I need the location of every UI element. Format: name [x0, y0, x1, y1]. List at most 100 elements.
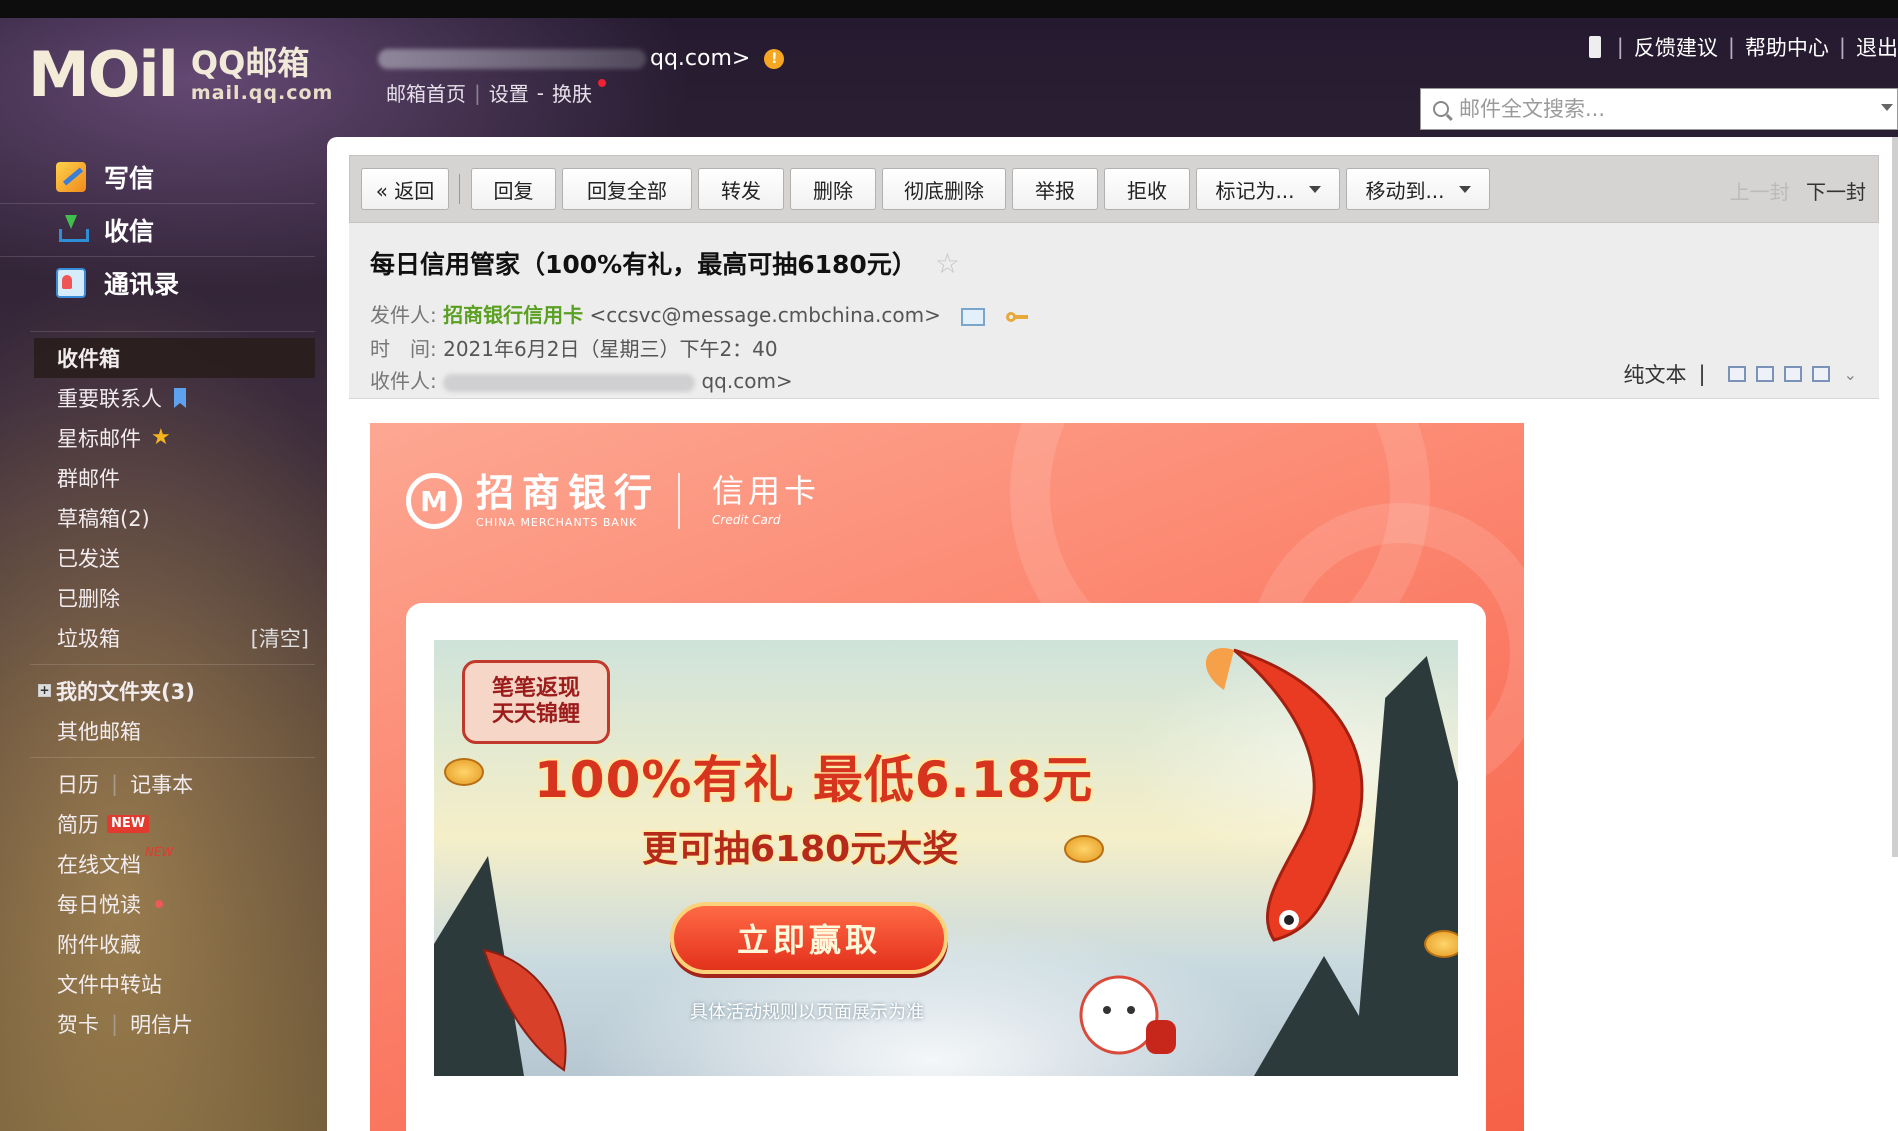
greeting-cards-link[interactable]: 贺卡 — [57, 1009, 99, 1039]
expand-plus-icon[interactable]: + — [38, 684, 51, 697]
folder-other-mailbox[interactable]: 其他邮箱 — [34, 711, 315, 751]
inline-separator: | — [111, 1012, 119, 1036]
folder-my-folders[interactable]: + 我的文件夹(3) — [34, 671, 315, 711]
report-button[interactable]: 举报 — [1012, 168, 1098, 210]
help-center-link[interactable]: 帮助中心 — [1745, 32, 1829, 62]
notification-dot-icon — [155, 900, 163, 908]
check-mail-button[interactable]: 收信 — [0, 203, 315, 256]
postcards-link[interactable]: 明信片 — [130, 1009, 193, 1039]
mailbox-home-link[interactable]: 邮箱首页 — [386, 78, 466, 107]
win-now-button[interactable]: 立即赢取 — [670, 902, 948, 974]
transfer-label: 文件中转站 — [57, 973, 162, 997]
empty-spam-link[interactable]: [清空] — [251, 623, 309, 653]
to-label: 收件人: — [370, 369, 437, 393]
next-mail-link[interactable]: 下一封 — [1806, 180, 1866, 204]
write-icon — [56, 161, 86, 192]
plain-text-link[interactable]: 纯文本 — [1624, 359, 1687, 389]
page-scrollbar[interactable] — [1892, 137, 1898, 857]
new-window-icon[interactable] — [1727, 366, 1746, 382]
qqmail-logo[interactable]: MOil QQ邮箱 mail.qq.com — [28, 40, 333, 110]
mail-search-box[interactable] — [1420, 88, 1898, 130]
cmb-logo: M 招商银行 CHINA MERCHANTS BANK 信用卡 Credit C… — [406, 473, 820, 529]
move-to-dropdown[interactable]: 移动到... — [1346, 168, 1490, 210]
chevron-down-icon[interactable]: ⌄ — [1844, 365, 1857, 384]
contacts-button[interactable]: 通讯录 — [0, 256, 315, 309]
app-online-docs[interactable]: 在线文档 NEW — [34, 844, 315, 884]
attachments-label: 附件收藏 — [57, 933, 141, 957]
toplink-separator: | — [1727, 35, 1735, 59]
download-icon[interactable] — [1783, 366, 1802, 382]
folder-sent[interactable]: 已发送 — [34, 538, 315, 578]
folder-deleted[interactable]: 已删除 — [34, 578, 315, 618]
compose-button[interactable]: 写信 — [0, 150, 315, 203]
mark-as-label: 标记为... — [1215, 178, 1295, 203]
folder-inbox[interactable]: 收件箱 — [34, 338, 315, 378]
delete-button[interactable]: 删除 — [790, 168, 876, 210]
warning-icon[interactable]: ! — [764, 48, 785, 69]
mail-toolbar: « 返回 回复 回复全部 转发 删除 彻底删除 举报 拒收 标记为... 移动到… — [349, 155, 1879, 223]
folder-group[interactable]: 群邮件 — [34, 458, 315, 498]
contacts-icon — [56, 268, 86, 298]
sender-name[interactable]: 招商银行信用卡 — [443, 303, 583, 327]
mail-subject: 每日信用管家（100%有礼，最高可抽6180元） ☆ — [370, 245, 960, 281]
card-name: 信用卡 — [712, 472, 821, 510]
feedback-link[interactable]: 反馈建议 — [1634, 32, 1718, 62]
promo-rule-note: 具体活动规则以页面展示为准 — [690, 1002, 924, 1023]
back-button[interactable]: « 返回 — [361, 168, 449, 210]
inline-separator: | — [111, 772, 119, 796]
gold-coin — [444, 758, 484, 786]
delete-permanent-button[interactable]: 彻底删除 — [882, 168, 1006, 210]
mark-as-dropdown[interactable]: 标记为... — [1196, 168, 1340, 210]
key-icon[interactable] — [1005, 311, 1028, 322]
folder-important[interactable]: 重要联系人 — [34, 378, 315, 418]
reply-button[interactable]: 回复 — [471, 168, 556, 210]
folder-label: 我的文件夹(3) — [56, 680, 195, 704]
chevron-down-icon — [1308, 185, 1321, 193]
search-input[interactable] — [1459, 97, 1859, 121]
folder-drafts[interactable]: 草稿箱(2) — [34, 498, 315, 538]
promo-headline: 100%有礼 最低6.18元 — [534, 751, 1094, 809]
docs-label: 在线文档 — [57, 853, 141, 877]
note-icon[interactable] — [1755, 366, 1774, 382]
folder-label: 群邮件 — [57, 467, 120, 491]
app-daily-read[interactable]: 每日悦读 — [34, 884, 315, 924]
mail-reader: « 返回 回复 回复全部 转发 删除 彻底删除 举报 拒收 标记为... 移动到… — [349, 155, 1879, 1131]
app-attachments[interactable]: 附件收藏 — [34, 924, 315, 964]
promo-banner[interactable]: 笔笔返现 天天锦鲤 100%有礼 最低6.18元 更可抽6180元大奖 立即赢取… — [434, 640, 1458, 1076]
small-koi-illustration — [482, 948, 567, 1072]
calendar-link[interactable]: 日历 — [57, 769, 99, 799]
app-resume[interactable]: 简历 NEW — [34, 804, 315, 844]
browser-top-strip — [0, 0, 1898, 18]
folder-spam[interactable]: 垃圾箱 [清空] — [34, 618, 315, 658]
bookmark-icon — [174, 388, 186, 408]
redacted-recipient — [443, 373, 696, 392]
logo-wordmark: MOil — [28, 38, 179, 111]
vcard-icon[interactable] — [961, 307, 986, 326]
divider — [30, 331, 315, 332]
promo-subheadline: 更可抽6180元大奖 — [642, 829, 959, 870]
reject-button[interactable]: 拒收 — [1104, 168, 1190, 210]
new-dot-icon — [597, 78, 606, 87]
badge-line-1: 笔笔返现 — [491, 675, 580, 701]
print-icon[interactable] — [1811, 366, 1830, 382]
mobile-icon[interactable] — [1588, 36, 1601, 58]
forward-button[interactable]: 转发 — [698, 168, 784, 210]
folder-label: 其他邮箱 — [57, 720, 141, 744]
cmb-emblem-icon: M — [406, 473, 462, 529]
star-outline-icon[interactable]: ☆ — [935, 247, 960, 280]
search-dropdown-icon[interactable] — [1881, 104, 1893, 111]
notebook-link[interactable]: 记事本 — [130, 769, 193, 799]
logo-domain-text: mail.qq.com — [190, 81, 334, 104]
logout-link[interactable]: 退出 — [1856, 32, 1898, 62]
search-icon[interactable] — [1433, 101, 1449, 117]
reply-all-button[interactable]: 回复全部 — [562, 168, 692, 210]
bank-name-en: CHINA MERCHANTS BANK — [476, 515, 638, 529]
app-file-transfer[interactable]: 文件中转站 — [34, 964, 315, 1004]
settings-link[interactable]: 设置 — [489, 78, 529, 107]
change-skin-link[interactable]: 换肤 — [552, 78, 592, 107]
subnav-separator: | — [474, 80, 481, 105]
folder-label: 星标邮件 — [57, 427, 141, 451]
folder-starred[interactable]: 星标邮件 ★ — [34, 418, 315, 458]
lucky-cat-illustration — [1079, 975, 1176, 1055]
prev-mail-link[interactable]: 上一封 — [1730, 180, 1790, 204]
